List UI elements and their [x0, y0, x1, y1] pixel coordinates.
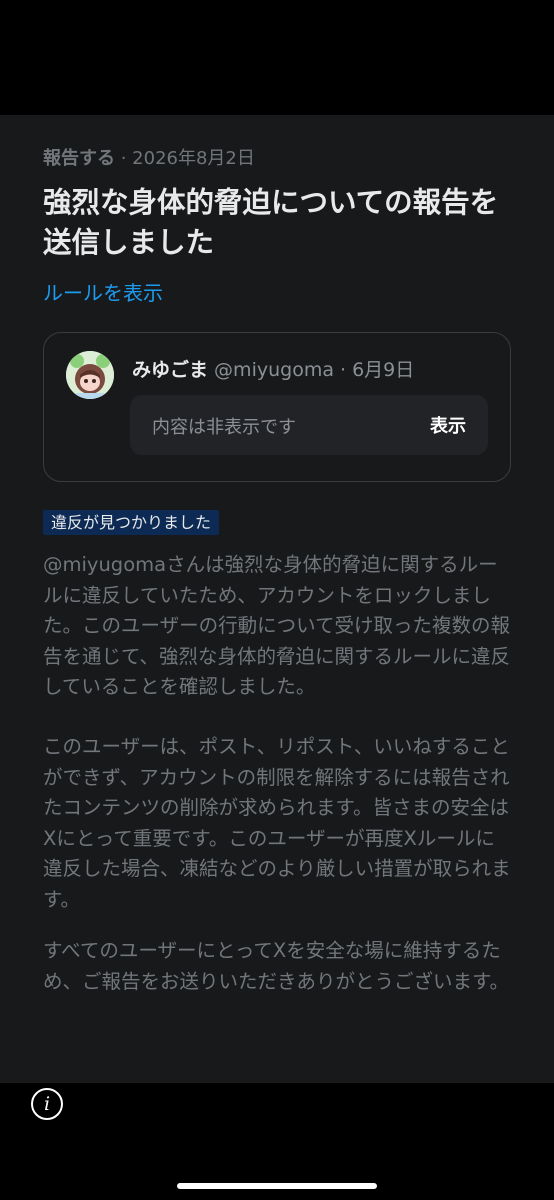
home-indicator[interactable] — [177, 1183, 377, 1189]
violation-found-badge: 違反が見つかりました — [43, 510, 220, 535]
view-rules-link[interactable]: ルールを表示 — [43, 277, 163, 306]
show-content-button[interactable]: 表示 — [430, 412, 466, 438]
info-icon[interactable]: i — [31, 1088, 63, 1120]
post-header: みゆごま @miyugoma · 6月9日 — [132, 355, 414, 382]
author-display-name[interactable]: みゆごま — [132, 359, 208, 381]
report-meta: 報告する · 2026年8月2日 — [43, 144, 255, 170]
top-black-area — [0, 0, 554, 115]
report-action-label: 報告する — [43, 148, 115, 169]
report-date: 2026年8月2日 — [132, 148, 255, 169]
result-paragraph-2: このユーザーは、ポスト、リポスト、いいねすることができず、アカウントの制限を解除… — [43, 735, 511, 911]
hidden-content-notice: 内容は非表示です 表示 — [130, 395, 488, 455]
avatar[interactable] — [66, 351, 114, 399]
meta-separator: · — [115, 148, 133, 169]
result-paragraph-1: @miyugomaさんは強烈な身体的脅迫に関するルールに違反していたため、アカウ… — [43, 553, 511, 698]
page-title: 強烈な身体的脅迫についての報告を送信しました — [43, 186, 499, 259]
author-handle-and-date: @miyugoma · 6月9日 — [208, 359, 415, 381]
hidden-content-text: 内容は非表示です — [152, 417, 296, 438]
result-paragraph-3: すべてのユーザーにとってXを安全な場に維持するため、ご報告をお送りいただきありが… — [43, 939, 510, 993]
reported-post-card[interactable]: みゆごま @miyugoma · 6月9日 内容は非表示です 表示 — [43, 332, 511, 482]
